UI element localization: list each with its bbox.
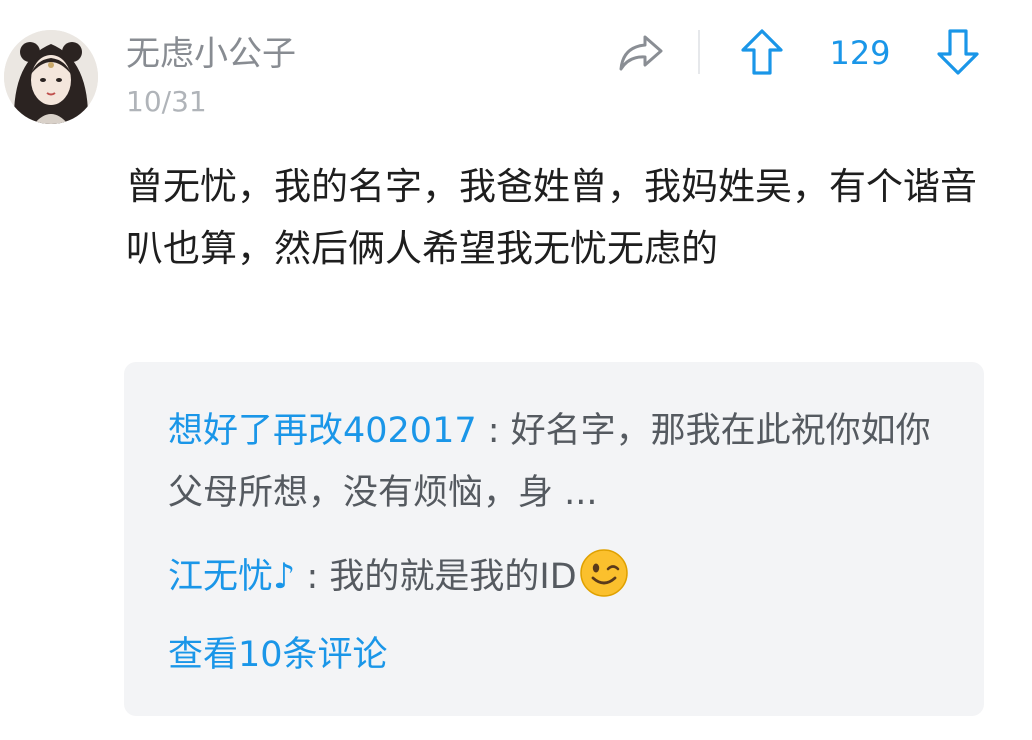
reply-username[interactable]: 江无忧♪ [168, 557, 295, 597]
replies-section: 想好了再改402017 : 好名字，那我在此祝你如你父母所想，没有烦恼，身 ..… [124, 362, 984, 716]
reply-separator: : [295, 557, 330, 597]
share-icon [619, 35, 663, 71]
post-content: 曾无忧，我的名字，我爸姓曾，我妈姓吴，有个谐音叭也算，然后俩人希望我无忧无虑的 [126, 165, 977, 270]
vote-count: 129 [829, 34, 891, 72]
downvote-button[interactable] [934, 28, 982, 76]
reply-item[interactable]: 江无忧♪ : 我的就是我的ID [168, 546, 948, 608]
upvote-button[interactable] [738, 28, 786, 76]
toolbar-divider [698, 30, 700, 74]
reply-text: 我的就是我的ID [329, 557, 577, 597]
username[interactable]: 无虑小公子 [126, 30, 296, 78]
arrow-up-icon [741, 29, 783, 75]
arrow-down-icon [937, 29, 979, 75]
post-date: 10/31 [126, 85, 207, 118]
wink-emoji-icon [579, 549, 628, 597]
reply-username[interactable]: 想好了再改402017 [168, 411, 477, 451]
reply-separator: : [476, 411, 511, 451]
share-button[interactable] [614, 30, 668, 76]
avatar[interactable] [4, 30, 98, 124]
view-more-comments-link[interactable]: 查看10条评论 [168, 624, 388, 686]
reply-item[interactable]: 想好了再改402017 : 好名字，那我在此祝你如你父母所想，没有烦恼，身 ..… [168, 400, 948, 524]
